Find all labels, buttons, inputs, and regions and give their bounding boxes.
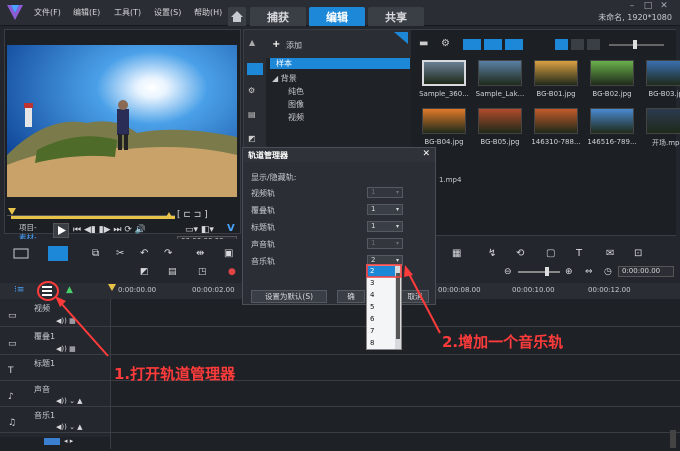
annotation-arrow [407, 271, 441, 334]
highlight-circle [37, 281, 59, 301]
annotation-step1: 1.打开轨道管理器 [114, 365, 236, 383]
highlight-box [366, 264, 402, 278]
annotation-overlay [37, 264, 441, 357]
annotation-arrow [59, 301, 109, 357]
arrowhead-icon [55, 296, 66, 307]
arrowhead-icon [404, 265, 413, 277]
annotation-step2: 2.增加一个音乐轨 [442, 333, 564, 351]
app-window: 文件(F) 编辑(E) 工具(T) 设置(S) 帮助(H) 捕获 编辑 共享 –… [0, 0, 680, 451]
